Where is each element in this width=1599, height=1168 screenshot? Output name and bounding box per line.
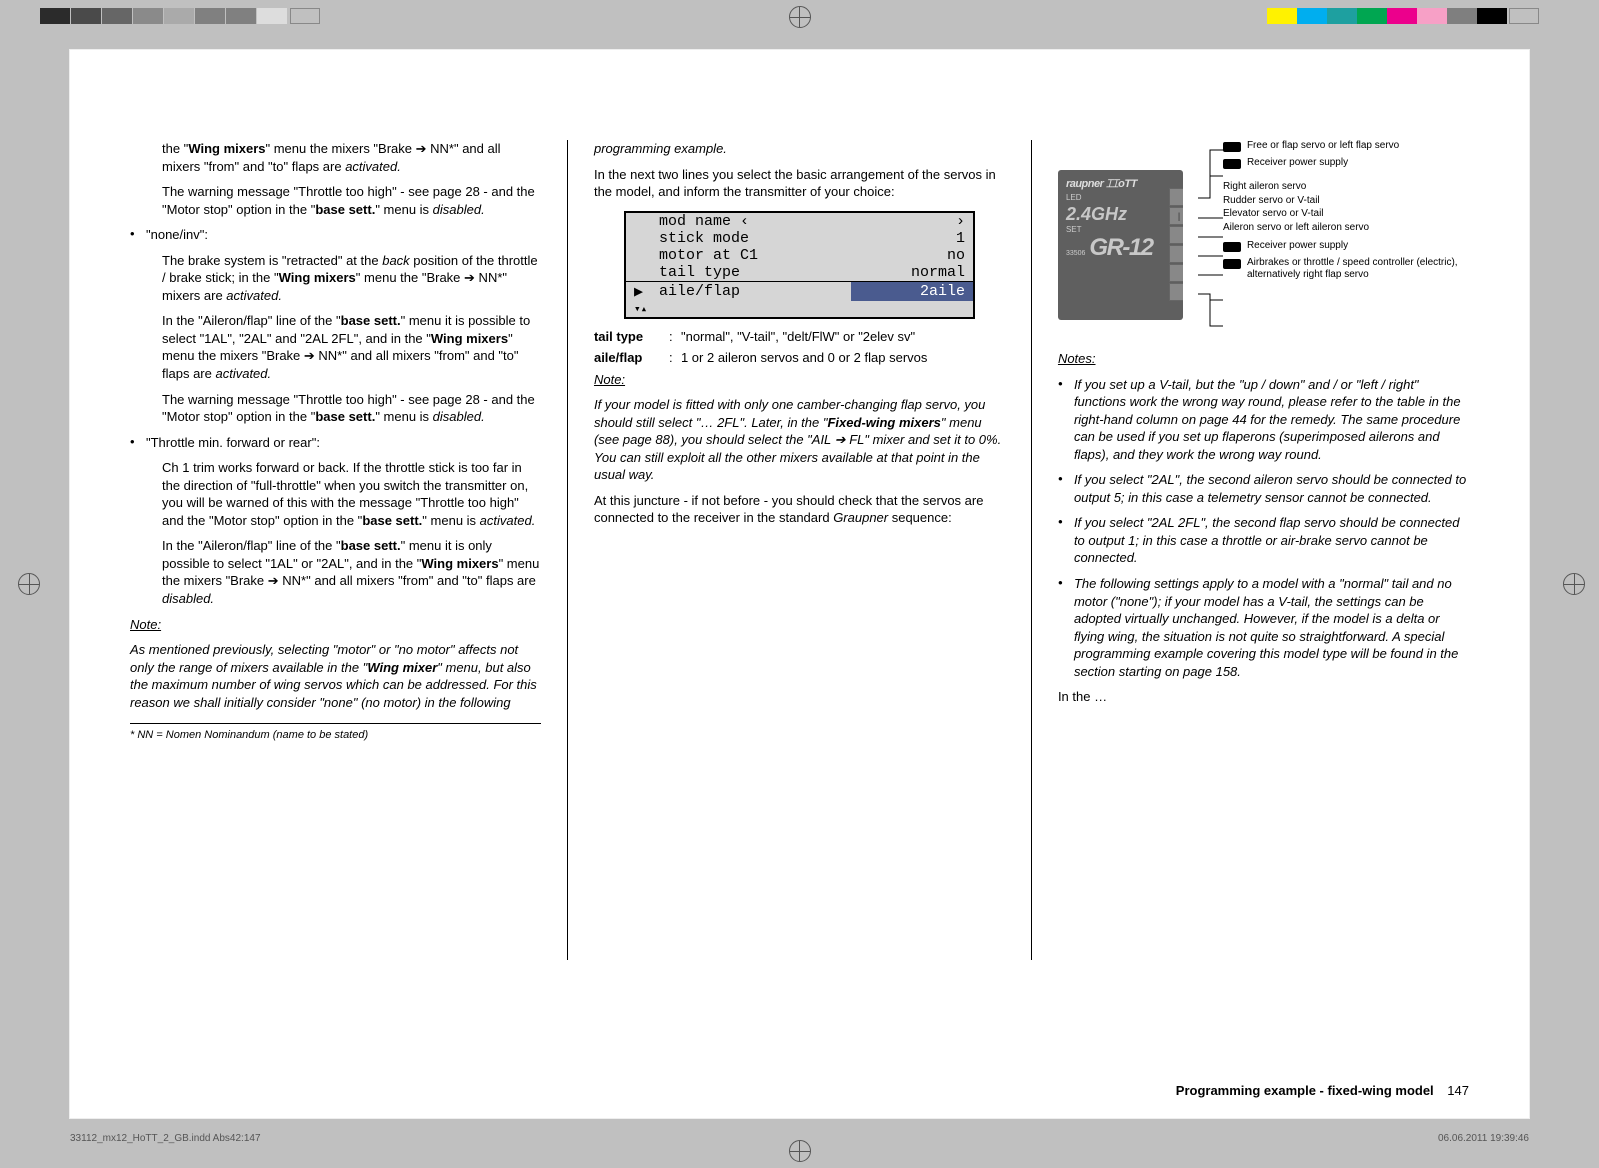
- footnote: * NN = Nomen Nominandum (name to be stat…: [130, 728, 541, 743]
- column-3: raupner ⌶⌶oTT LED 2.4GHz SET 33506 GR-12…: [1058, 140, 1469, 960]
- receiver-body: raupner ⌶⌶oTT LED 2.4GHz SET 33506 GR-12…: [1058, 170, 1183, 320]
- receiver-partnum: 33506: [1066, 250, 1085, 257]
- receiver-set-label: SET: [1066, 225, 1177, 234]
- column-divider: [1031, 140, 1032, 960]
- pin-t: | + T: [1169, 283, 1183, 301]
- definition-row: tail type: "normal", "V-tail", "delt/FlW…: [594, 329, 1005, 344]
- list-item: • "none/inv": The brake system is "retra…: [130, 226, 541, 433]
- list-item: •If you select "2AL 2FL", the second fla…: [1058, 514, 1469, 575]
- definition-row: aile/flap: 1 or 2 aileron servos and 0 o…: [594, 350, 1005, 365]
- list-item: •The following settings apply to a model…: [1058, 575, 1469, 688]
- list-item: • "Throttle min. forward or rear": Ch 1 …: [130, 434, 541, 616]
- paragraph: programming example.: [594, 140, 1005, 158]
- servo-icon: [1223, 159, 1241, 169]
- paragraph: In the …: [1058, 688, 1469, 706]
- note-header: Note:: [130, 616, 541, 634]
- column-1: the "Wing mixers" menu the mixers "Brake…: [130, 140, 541, 960]
- servo-icon: [1223, 259, 1241, 269]
- registration-mark-icon: [1563, 573, 1585, 595]
- receiver-diagram: raupner ⌶⌶oTT LED 2.4GHz SET 33506 GR-12…: [1058, 140, 1469, 350]
- servo-icon: [1223, 242, 1241, 252]
- note-body: If your model is fitted with only one ca…: [594, 396, 1005, 484]
- menu-row-selected: ▶aile/flap2aile: [626, 281, 973, 301]
- manual-page: the "Wing mixers" menu the mixers "Brake…: [70, 50, 1529, 1118]
- receiver-model: GR-12: [1089, 234, 1152, 262]
- paragraph: The brake system is "retracted" at the b…: [146, 252, 541, 305]
- pin-2: | + 2: [1169, 264, 1183, 282]
- paragraph: the "Wing mixers" menu the mixers "Brake…: [130, 140, 541, 175]
- transmitter-menu: mod name ‹› stick mode1 motor at C1no ta…: [624, 211, 975, 319]
- print-file: 33112_mx12_HoTT_2_GB.indd Abs42:147: [70, 1133, 261, 1144]
- print-swatch-color: [1267, 8, 1539, 24]
- pin-5t: | + 5T: [1169, 207, 1183, 225]
- receiver-pins: | + 6 | + 5T | + 4 | + 3 | + 2 | + T: [1169, 188, 1183, 301]
- menu-row: stick mode1: [626, 230, 973, 247]
- paragraph: Ch 1 trim works forward or back. If the …: [146, 459, 541, 529]
- page-footer: Programming example - fixed-wing model 1…: [1176, 1083, 1469, 1098]
- pin-6: | + 6: [1169, 188, 1183, 206]
- paragraph: The warning message "Throttle too high" …: [130, 183, 541, 218]
- bullet-label: "none/inv":: [146, 226, 541, 244]
- receiver-labels: Free or flap servo or left flap servo Re…: [1223, 140, 1469, 283]
- page-number: 147: [1447, 1083, 1469, 1098]
- note-body: As mentioned previously, selecting "moto…: [130, 641, 541, 711]
- footnote-rule: * NN = Nomen Nominandum (name to be stat…: [130, 723, 541, 743]
- notes-header: Notes:: [1058, 350, 1469, 368]
- column-2: programming example. In the next two lin…: [594, 140, 1005, 960]
- servo-icon: [1223, 142, 1241, 152]
- column-divider: [567, 140, 568, 960]
- print-meta: 33112_mx12_HoTT_2_GB.indd Abs42:147 06.0…: [70, 1133, 1529, 1144]
- footer-title: Programming example - fixed-wing model: [1176, 1083, 1434, 1098]
- paragraph: At this juncture - if not before - you s…: [594, 492, 1005, 527]
- registration-mark-icon: [18, 573, 40, 595]
- paragraph: In the "Aileron/flap" line of the "base …: [146, 537, 541, 607]
- print-date: 06.06.2011 19:39:46: [1438, 1133, 1529, 1144]
- menu-row: mod name ‹›: [626, 213, 973, 230]
- menu-row: motor at C1no: [626, 247, 973, 264]
- cursor-icon: ▶: [626, 281, 651, 301]
- registration-mark-icon: [789, 6, 811, 28]
- menu-nav-arrows: ▾▴: [626, 301, 973, 317]
- bullet-label: "Throttle min. forward or rear":: [146, 434, 541, 452]
- paragraph: The warning message "Throttle too high" …: [146, 391, 541, 426]
- receiver-led-label: LED: [1066, 193, 1177, 202]
- list-item: •If you set up a V-tail, but the "up / d…: [1058, 376, 1469, 472]
- print-swatch-grayscale: [40, 8, 320, 24]
- list-item: •If you select "2AL", the second aileron…: [1058, 471, 1469, 514]
- paragraph: In the next two lines you select the bas…: [594, 166, 1005, 201]
- note-header: Note:: [594, 371, 1005, 389]
- paragraph: In the "Aileron/flap" line of the "base …: [146, 312, 541, 382]
- pin-3: | + 3: [1169, 245, 1183, 263]
- page-wrap: the "Wing mixers" menu the mixers "Brake…: [0, 0, 1599, 1168]
- menu-row: tail typenormal: [626, 264, 973, 282]
- pin-4: | + 4: [1169, 226, 1183, 244]
- receiver-frequency: 2.4GHz: [1066, 204, 1177, 225]
- receiver-brand: raupner ⌶⌶oTT: [1066, 178, 1177, 191]
